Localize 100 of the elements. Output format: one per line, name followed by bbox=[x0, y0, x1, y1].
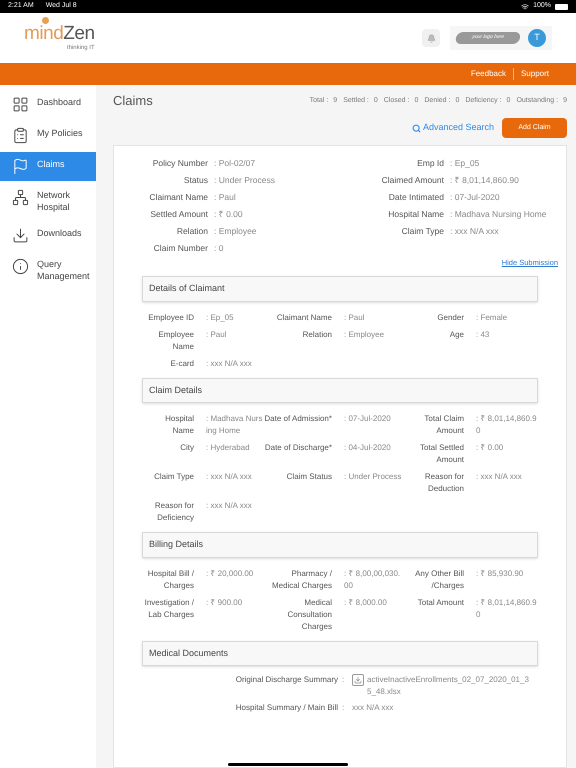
section-header: Details of Claimant bbox=[142, 276, 538, 302]
summary-value: : Madhava Nursing Home bbox=[450, 208, 548, 221]
field-value: : ₹ 0.00 bbox=[475, 442, 504, 454]
field-label: Investigation / Lab Charges bbox=[144, 596, 195, 621]
field-label: Employee ID bbox=[147, 312, 195, 324]
field-label: Hospital Name bbox=[164, 413, 195, 438]
field-value: : 04-Jul-2020 bbox=[343, 442, 392, 454]
notification-button[interactable] bbox=[422, 29, 440, 47]
sidebar-item[interactable]: Dashboard bbox=[0, 90, 96, 119]
field-value: : 07-Jul-2020 bbox=[343, 413, 392, 426]
network-icon bbox=[12, 189, 29, 206]
sidebar-item[interactable]: My Policies bbox=[0, 121, 96, 150]
summary-value: : ₹ 0.00 bbox=[214, 208, 244, 221]
summary-value: : Under Process bbox=[214, 174, 276, 187]
section-header: Claim Details bbox=[142, 378, 538, 404]
field-value: : ₹ 20,000.00 bbox=[205, 568, 254, 580]
summary-value: : Pol-02/07 bbox=[214, 157, 256, 170]
section-header: Billing Details bbox=[142, 532, 538, 558]
field-value: : xxx N/A xxx bbox=[205, 500, 253, 512]
summary-value: : ₹ 8,01,14,860.90 bbox=[450, 174, 520, 187]
field-label: Date of Admission* bbox=[264, 413, 333, 426]
advanced-search-link[interactable]: Advanced Search bbox=[412, 121, 494, 135]
field-value: : ₹ 8,01,14,860.90 bbox=[475, 413, 538, 438]
summary-label: Policy Number bbox=[152, 157, 209, 170]
field-value: : Employee bbox=[343, 328, 386, 341]
summary-label: Claimant Name bbox=[148, 191, 209, 204]
summary-label: Hospital Name bbox=[387, 208, 445, 221]
field-label: Reason for Deficiency bbox=[154, 500, 195, 524]
field-value: : ₹ 8,00,00,030.00 bbox=[343, 568, 402, 592]
document-label: Original Discharge Summary bbox=[234, 674, 339, 686]
summary-value: : 07-Jul-2020 bbox=[450, 191, 501, 204]
field-value: : xxx N/A xxx bbox=[205, 471, 253, 484]
field-value: : Paul bbox=[205, 328, 228, 341]
wifi-icon bbox=[521, 2, 530, 10]
sidebar-item[interactable]: Network Hospital bbox=[0, 183, 96, 219]
field-value: : Paul bbox=[343, 312, 366, 324]
top-link[interactable]: Support bbox=[512, 68, 556, 80]
summary-label: Settled Amount bbox=[149, 208, 209, 221]
field-label: Age bbox=[448, 328, 465, 341]
field-label: Total Amount bbox=[416, 596, 465, 609]
summary-value: : 0 bbox=[214, 242, 224, 255]
summary-label: Date Intimated bbox=[388, 191, 445, 204]
summary-label: Relation bbox=[176, 225, 209, 238]
field-value: : Female bbox=[475, 312, 508, 324]
document-label: Hospital Summary / Main Bill bbox=[234, 702, 339, 714]
top-link[interactable]: Feedback bbox=[464, 68, 513, 80]
field-label: Gender bbox=[436, 312, 465, 324]
field-value: : Under Process bbox=[343, 471, 402, 484]
battery-icon bbox=[555, 4, 568, 10]
field-label: Medical Consultation Charges bbox=[286, 596, 333, 633]
field-value: : Ep_05 bbox=[205, 312, 235, 324]
field-label: Employee Name bbox=[157, 328, 195, 353]
logo-wordmark: mindZen bbox=[24, 24, 95, 44]
summary-value: : Paul bbox=[214, 191, 237, 204]
field-value: : ₹ 85,930.90 bbox=[475, 568, 524, 580]
separator: : bbox=[342, 702, 346, 714]
summary-label: Claimed Amount bbox=[380, 174, 445, 187]
summary-value: : Ep_05 bbox=[450, 157, 480, 170]
field-label: Claim Status bbox=[286, 471, 333, 484]
field-label: Claim Type bbox=[153, 471, 195, 484]
summary-value: : Employee bbox=[214, 225, 258, 238]
field-value: : 43 bbox=[475, 328, 490, 341]
field-label: Total Claim Amount bbox=[423, 413, 465, 438]
field-value: : ₹ 8,000.00 bbox=[343, 596, 388, 609]
sidebar-item[interactable]: Query Management bbox=[0, 252, 96, 288]
field-value: : ₹ 900.00 bbox=[205, 596, 244, 609]
info-icon bbox=[12, 258, 29, 275]
document-value: xxx N/A xxx bbox=[352, 702, 394, 714]
field-label: Date of Discharge* bbox=[264, 442, 333, 454]
download-button[interactable] bbox=[352, 674, 364, 686]
field-label: City bbox=[179, 442, 195, 454]
field-label: Reason for Deduction bbox=[424, 471, 465, 496]
field-label: Total Settled Amount bbox=[418, 442, 465, 466]
field-value: : Madhava Nursing Home bbox=[205, 413, 264, 438]
clipboard-icon bbox=[12, 127, 29, 144]
download-icon bbox=[12, 227, 29, 244]
section-header: Medical Documents bbox=[142, 640, 538, 666]
separator: : bbox=[342, 674, 346, 686]
summary-label: Status bbox=[182, 174, 209, 187]
page-title: Claims bbox=[113, 92, 153, 110]
grid-icon bbox=[12, 96, 29, 113]
summary-label: Claim Type bbox=[400, 225, 445, 238]
summary-label: Emp Id bbox=[416, 157, 445, 170]
search-icon bbox=[412, 124, 421, 132]
file-link[interactable]: activeInactiveEnrollments_02_07_2020_01_35_48.xlsx bbox=[367, 674, 532, 698]
sidebar-item[interactable]: Downloads bbox=[0, 221, 96, 250]
field-value: : xxx N/A xxx bbox=[475, 471, 523, 484]
summary-label: Claim Number bbox=[152, 242, 209, 255]
field-label: Hospital Bill / Charges bbox=[146, 568, 195, 592]
field-value: : ₹ 8,01,14,860.90 bbox=[475, 596, 538, 621]
logo-dots-icon bbox=[42, 16, 49, 24]
field-label: E-card bbox=[169, 358, 195, 370]
field-label: Pharmacy / Medical Charges bbox=[270, 568, 333, 592]
field-value: : xxx N/A xxx bbox=[205, 358, 253, 370]
summary-value: : xxx N/A xxx bbox=[450, 225, 500, 238]
flag-icon bbox=[12, 158, 29, 175]
bell-icon bbox=[426, 34, 436, 42]
field-label: Any Other Bill /Charges bbox=[414, 568, 465, 592]
sidebar-item[interactable]: Claims bbox=[0, 152, 96, 181]
avatar-button[interactable]: T bbox=[528, 29, 546, 47]
